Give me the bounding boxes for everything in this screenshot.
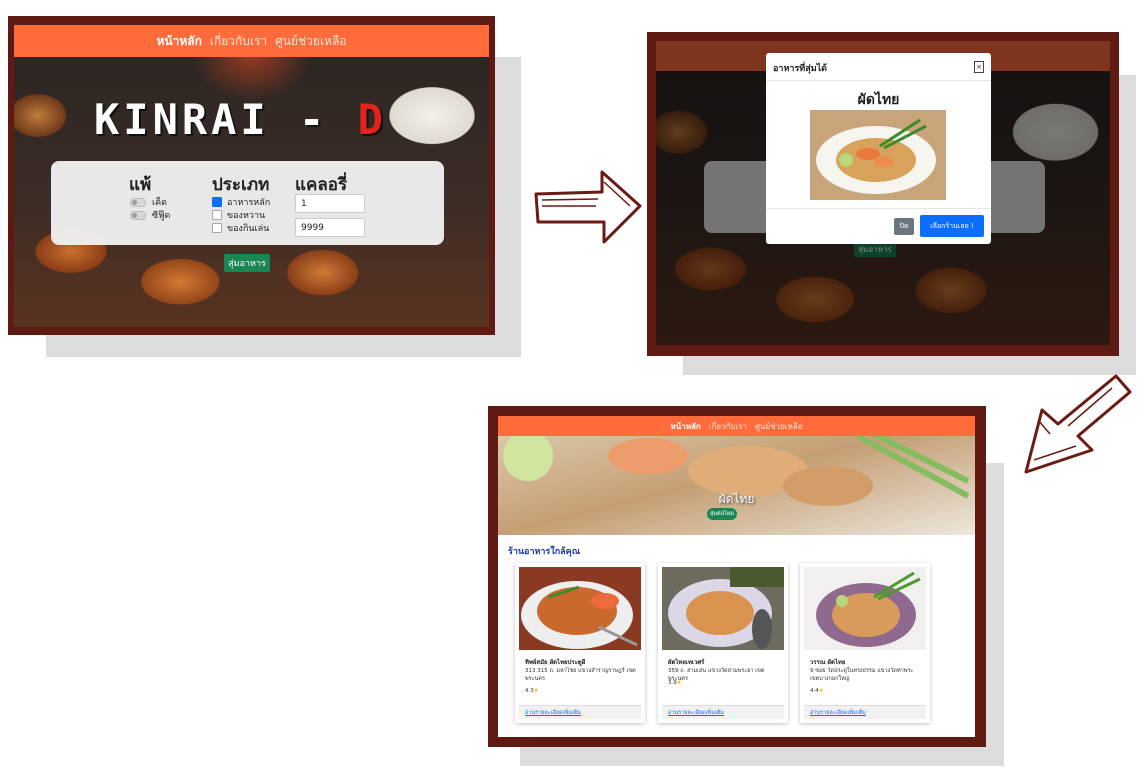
nav-about[interactable]: เกี่ยวกับเรา xyxy=(709,420,747,433)
logo: KINRAI - D xyxy=(94,95,387,144)
nearby-restaurants-title: ร้านอาหารใกล้คุณ xyxy=(508,547,581,557)
restaurant-address: 359 ถ. สามเสน แขวงวัดสามพระยา เขตพระนคร xyxy=(668,668,765,682)
card-footer: อ่านรายละเอียดเพิ่มเติม xyxy=(519,705,641,719)
random-food-button[interactable]: สุ่มอาหาร xyxy=(224,254,270,272)
restaurant-card: ผัดไทยเทเวศร์ 359 ถ. สามเสน แขวงวัดสามพร… xyxy=(658,563,788,723)
screen2-modal-view: สุ่มอาหาร อาหารที่สุ่มได้ × ผัดไทย ปิด เ… xyxy=(656,41,1110,345)
restaurant-rating: 3.9★ xyxy=(668,680,682,686)
random-food-modal: อาหารที่สุ่มได้ × ผัดไทย ปิด เลือกร้านเล… xyxy=(766,53,991,244)
rating-value: 4.3 xyxy=(525,688,534,694)
navbar: หน้าหลัก เกี่ยวกับเรา ศูนย์ช่วยเหลือ xyxy=(14,25,489,57)
hero-title: ผัดไทย xyxy=(718,492,755,506)
read-more-link[interactable]: อ่านรายละเอียดเพิ่มเติม xyxy=(668,709,724,717)
checkbox-checked[interactable] xyxy=(212,197,222,207)
category-option-label: อาหารหลัก xyxy=(227,198,271,208)
right-arrow-icon xyxy=(534,170,642,244)
category-title: ประเภท xyxy=(212,175,270,195)
restaurant-name: ทิพย์สมัย ผัดไทยประตูผี xyxy=(525,659,586,666)
checkbox[interactable] xyxy=(212,210,222,220)
restaurant-address: 313 315 ถ. มหาไชย แขวงสำราญราษฎร์ เขตพระ… xyxy=(525,668,636,682)
category-option-snack[interactable]: ของกินเล่น xyxy=(212,221,269,235)
restaurant-address: 9 ซอย วัดประดู่ในทรงธรรม แขวงวัดท่าพระ เ… xyxy=(810,668,914,682)
navbar: หน้าหลัก เกี่ยวกับเรา ศูนย์ช่วยเหลือ xyxy=(498,416,975,436)
allergy-option-label: เค็ด xyxy=(152,198,167,208)
allergy-option-seafood[interactable]: ซีฟู๊ด xyxy=(130,208,170,222)
checkbox[interactable] xyxy=(212,223,222,233)
card-footer: อ่านรายละเอียดเพิ่มเติม xyxy=(804,705,926,719)
read-more-link[interactable]: อ่านรายละเอียดเพิ่มเติม xyxy=(810,709,866,717)
allergy-title: แพ้ xyxy=(129,175,152,195)
star-icon: ★ xyxy=(818,688,824,694)
category-option-dessert[interactable]: ของหวาน xyxy=(212,208,265,222)
restaurant-rating: 4.3★ xyxy=(525,688,539,694)
rating-value: 4.4 xyxy=(810,688,819,694)
category-option-label: ของกินเล่น xyxy=(227,224,270,234)
nav-help[interactable]: ศูนย์ช่วยเหลือ xyxy=(755,420,803,433)
calorie-min-input[interactable]: 1 xyxy=(295,194,365,213)
modal-divider xyxy=(766,208,991,209)
nav-about[interactable]: เกี่ยวกับเรา xyxy=(210,32,267,51)
modal-divider xyxy=(766,80,991,81)
restaurant-name: ผัดไทยเทเวศร์ xyxy=(668,659,705,666)
rating-value: 3.9 xyxy=(668,680,677,686)
down-left-arrow-icon xyxy=(1024,374,1132,474)
card-footer: อ่านรายละเอียดเพิ่มเติม xyxy=(662,705,784,719)
restaurant-rating: 4.4★ xyxy=(810,688,824,694)
random-again-button[interactable]: สุ่มต่อไหม xyxy=(707,508,737,520)
restaurant-name: วรรณ ผัดไทย xyxy=(810,659,846,666)
category-option-main[interactable]: อาหารหลัก xyxy=(212,195,270,209)
nav-help[interactable]: ศูนย์ช่วยเหลือ xyxy=(275,32,346,51)
screen1-home: หน้าหลัก เกี่ยวกับเรา ศูนย์ช่วยเหลือ KIN… xyxy=(14,25,489,327)
allergy-option-label: ซีฟู๊ด xyxy=(152,211,171,221)
toggle-switch[interactable] xyxy=(130,197,146,207)
logo-main: KINRAI - xyxy=(94,95,329,144)
restaurant-image xyxy=(662,567,784,650)
toggle-switch[interactable] xyxy=(130,210,146,220)
choose-restaurant-button[interactable]: เลือกร้านเลย ! xyxy=(920,215,984,237)
restaurant-image xyxy=(804,567,926,650)
nav-home[interactable]: หน้าหลัก xyxy=(156,32,201,51)
logo-accent: D xyxy=(357,95,387,144)
star-icon: ★ xyxy=(676,680,682,686)
allergy-option-salty[interactable]: เค็ด xyxy=(130,195,167,209)
nav-home[interactable]: หน้าหลัก xyxy=(670,420,700,433)
screen3-restaurants: หน้าหลัก เกี่ยวกับเรา ศูนย์ช่วยเหลือ ผัด… xyxy=(498,416,975,737)
modal-close-button[interactable]: ปิด xyxy=(894,218,914,235)
category-option-label: ของหวาน xyxy=(227,211,266,221)
restaurant-image xyxy=(519,567,641,650)
close-icon[interactable]: × xyxy=(974,61,984,73)
star-icon: ★ xyxy=(533,688,539,694)
calorie-max-input[interactable]: 9999 xyxy=(295,218,365,237)
pad-thai-image xyxy=(810,110,946,200)
restaurant-card: วรรณ ผัดไทย 9 ซอย วัดประดู่ในทรงธรรม แขว… xyxy=(800,563,930,723)
read-more-link[interactable]: อ่านรายละเอียดเพิ่มเติม xyxy=(525,709,581,717)
modal-title: อาหารที่สุ่มได้ xyxy=(773,64,828,74)
restaurant-card: ทิพย์สมัย ผัดไทยประตูผี 313 315 ถ. มหาไช… xyxy=(515,563,645,723)
modal-food-name: ผัดไทย xyxy=(857,92,900,108)
